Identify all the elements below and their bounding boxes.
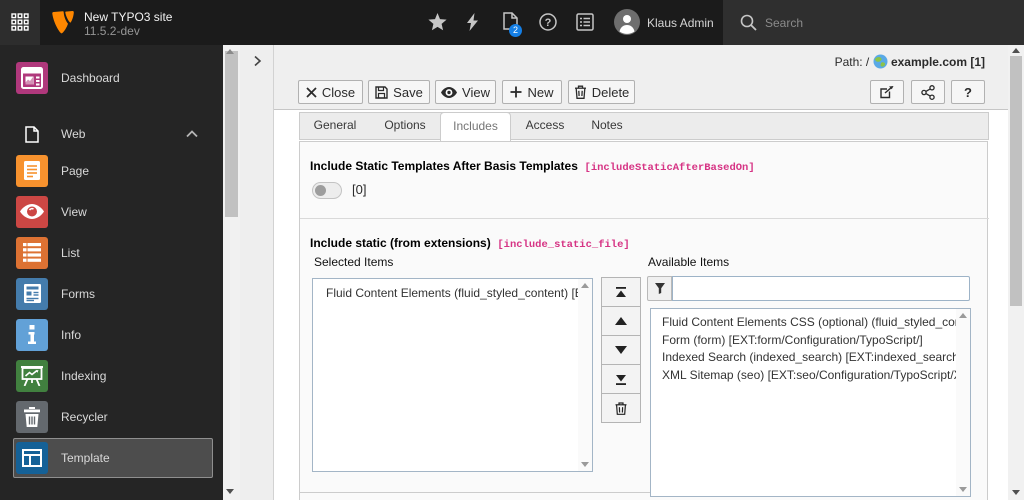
svg-text:?: ? (545, 17, 552, 29)
